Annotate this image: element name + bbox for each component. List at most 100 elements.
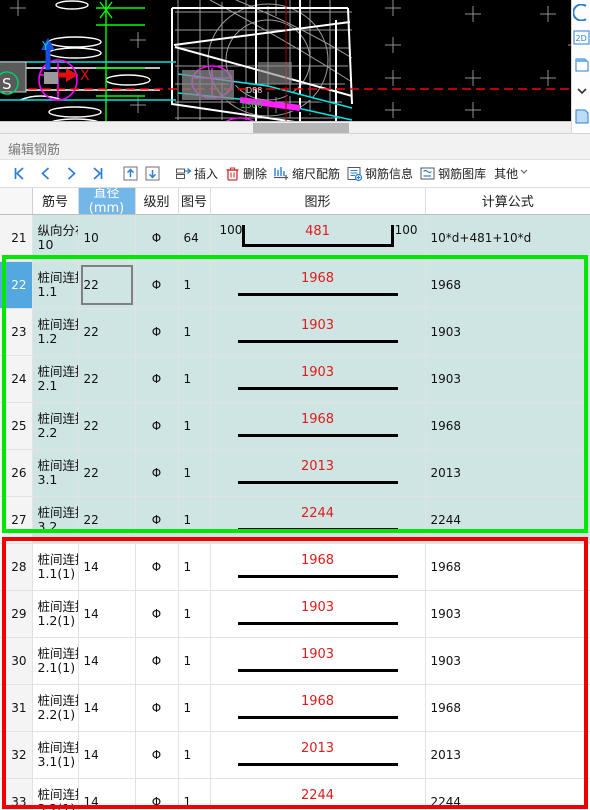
column-header-number[interactable]: 图号 (178, 188, 211, 215)
level-cell[interactable]: Φ (135, 355, 179, 403)
shape-cell[interactable]: 1968 (210, 543, 426, 591)
rebar-library-button[interactable]: 钢筋图库 (416, 162, 489, 186)
shape-number-cell[interactable]: 1 (178, 308, 211, 356)
diameter-cell[interactable]: 14 (78, 684, 136, 732)
rebar-name-cell[interactable]: 桩间连接筋1.2(1) (32, 590, 79, 638)
table-row[interactable]: 21纵向分布筋.1010Φ6448110010010*d+481+10*d (0, 214, 590, 262)
row-number-cell[interactable]: 26 (0, 449, 33, 497)
diameter-cell[interactable]: 10 (78, 214, 136, 262)
diameter-cell[interactable]: 22 (78, 355, 136, 403)
shape-number-cell[interactable]: 1 (178, 355, 211, 403)
rebar-info-button[interactable]: 钢筋信息 (343, 162, 416, 186)
level-cell[interactable]: Φ (135, 449, 179, 497)
table-row[interactable]: 24桩间连接筋2.1 22 Φ1 1903 1903 (0, 355, 590, 403)
move-down-button[interactable] (141, 162, 163, 186)
level-cell[interactable]: Φ (135, 214, 179, 262)
cad-scrollbar-thumb[interactable] (253, 123, 349, 133)
shape-cell[interactable]: 2013 (210, 449, 426, 497)
row-number-cell[interactable]: 25 (0, 402, 33, 450)
layer-icon[interactable] (573, 108, 590, 128)
row-number-cell[interactable]: 31 (0, 684, 33, 732)
shape-cell[interactable]: 2013 (210, 731, 426, 779)
diameter-cell[interactable]: 22 (78, 496, 136, 544)
rebar-name-cell[interactable]: 桩间连接筋1.2 (32, 308, 79, 356)
copy-sheet-icon[interactable] (573, 56, 590, 76)
level-cell[interactable]: Φ (135, 731, 179, 779)
shape-cell[interactable]: 1968 (210, 684, 426, 732)
level-cell[interactable]: Φ (135, 543, 179, 591)
rebar-name-cell[interactable]: 桩间连接筋3.1(1) (32, 731, 79, 779)
formula-cell[interactable]: 1968 (425, 402, 590, 450)
shape-number-cell[interactable]: 1 (178, 637, 211, 685)
shape-number-cell[interactable]: 1 (178, 590, 211, 638)
row-number-cell[interactable]: 32 (0, 731, 33, 779)
row-number-cell[interactable]: 23 (0, 308, 33, 356)
level-cell[interactable]: Φ (135, 637, 179, 685)
table-row[interactable]: 33桩间连接筋3.2(1) 14 Φ1 2244 2244 (0, 778, 590, 810)
diameter-cell[interactable]: 22 (78, 308, 136, 356)
shape-number-cell[interactable]: 1 (178, 778, 211, 810)
shape-number-cell[interactable]: 1 (178, 261, 211, 309)
rebar-name-cell[interactable]: 桩间连接筋3.1 (32, 449, 79, 497)
formula-cell[interactable]: 1903 (425, 355, 590, 403)
shape-number-cell[interactable]: 1 (178, 496, 211, 544)
level-cell[interactable]: Φ (135, 308, 179, 356)
next-record-button[interactable] (58, 162, 84, 186)
shape-cell[interactable]: 1968 (210, 402, 426, 450)
cad-horizontal-scrollbar[interactable] (0, 121, 578, 133)
level-cell[interactable]: Φ (135, 684, 179, 732)
table-row[interactable]: 23桩间连接筋1.2 22 Φ1 1903 1903 (0, 308, 590, 356)
diameter-cell[interactable]: 14 (78, 543, 136, 591)
row-number-cell[interactable]: 24 (0, 355, 33, 403)
rebar-table[interactable]: 筋号 直径 (mm) 级别 图号 图形 计算公式 21纵向分布筋.1010Φ64… (0, 188, 590, 810)
first-record-button[interactable] (6, 162, 32, 186)
level-cell[interactable]: Φ (135, 402, 179, 450)
diameter-cell[interactable]: 14 (78, 778, 136, 810)
table-row[interactable]: 27桩间连接筋3.2 22 Φ1 2244 2244 (0, 496, 590, 544)
diameter-cell[interactable]: 22 (78, 402, 136, 450)
formula-cell[interactable]: 2244 (425, 778, 590, 810)
table-row[interactable]: 25桩间连接筋2.2 22 Φ1 1968 1968 (0, 402, 590, 450)
level-cell[interactable]: Φ (135, 261, 179, 309)
shape-number-cell[interactable]: 1 (178, 543, 211, 591)
column-header-diameter[interactable]: 直径 (mm) (78, 188, 136, 215)
diameter-cell[interactable]: 14 (78, 590, 136, 638)
formula-cell[interactable]: 2244 (425, 496, 590, 544)
diameter-cell[interactable]: 14 (78, 637, 136, 685)
row-number-cell[interactable]: 29 (0, 590, 33, 638)
rebar-name-cell[interactable]: 桩间连接筋1.1 (32, 261, 79, 309)
row-number-cell[interactable]: 33 (0, 778, 33, 810)
level-cell[interactable]: Φ (135, 496, 179, 544)
shape-cell[interactable]: 1968 (210, 261, 426, 309)
shape-cell[interactable]: 1903 (210, 308, 426, 356)
formula-cell[interactable]: 10*d+481+10*d (425, 214, 590, 262)
formula-cell[interactable]: 1968 (425, 261, 590, 309)
shape-number-cell[interactable]: 64 (178, 214, 211, 262)
shape-number-cell[interactable]: 1 (178, 402, 211, 450)
table-row[interactable]: 30桩间连接筋2.1(1) 14 Φ1 1903 1903 (0, 637, 590, 685)
diameter-cell[interactable]: 22 (78, 449, 136, 497)
rebar-name-cell[interactable]: 桩间连接筋2.1 (32, 355, 79, 403)
level-cell[interactable]: Φ (135, 778, 179, 810)
column-header-level[interactable]: 级别 (135, 188, 179, 215)
diameter-cell[interactable]: 14 (78, 731, 136, 779)
table-row[interactable]: 28桩间连接筋1.1(1) 14 Φ1 1968 1968 (0, 543, 590, 591)
rebar-name-cell[interactable]: 桩间连接筋3.2 (32, 496, 79, 544)
rebar-name-cell[interactable]: 纵向分布筋.10 (32, 214, 79, 262)
table-row[interactable]: 26桩间连接筋3.1 22 Φ1 2013 2013 (0, 449, 590, 497)
formula-cell[interactable]: 1968 (425, 684, 590, 732)
prev-record-button[interactable] (32, 162, 58, 186)
formula-cell[interactable]: 1968 (425, 543, 590, 591)
shape-number-cell[interactable]: 1 (178, 731, 211, 779)
chevron-down-icon[interactable] (573, 82, 590, 102)
row-number-cell[interactable]: 22 (0, 261, 33, 309)
diameter-cell[interactable]: 22 (78, 261, 136, 309)
table-row[interactable]: 31桩间连接筋2.2(1) 14 Φ1 1968 1968 (0, 684, 590, 732)
formula-cell[interactable]: 1903 (425, 590, 590, 638)
arc-tool-icon[interactable] (571, 3, 590, 24)
cad-right-toolbar[interactable]: 2D (571, 0, 590, 133)
formula-cell[interactable]: 2013 (425, 449, 590, 497)
column-header-name[interactable]: 筋号 (32, 188, 79, 215)
move-up-button[interactable] (119, 162, 141, 186)
row-number-cell[interactable]: 28 (0, 543, 33, 591)
